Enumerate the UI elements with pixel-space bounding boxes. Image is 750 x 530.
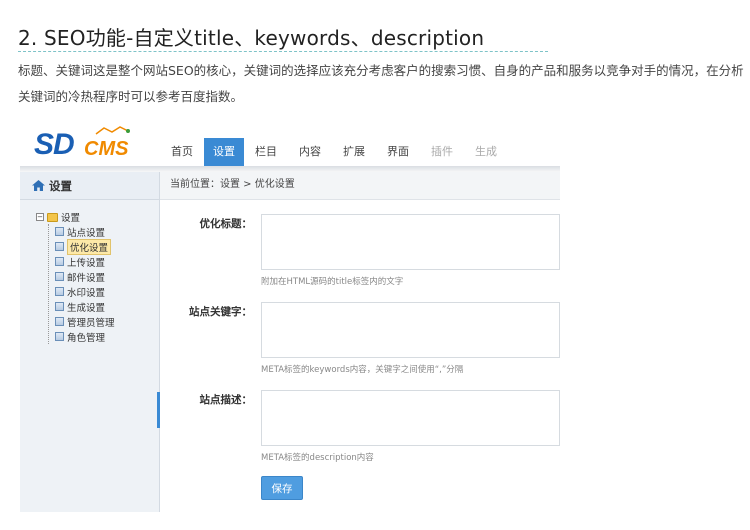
seo-settings-form: 优化标题： 附加在HTML源码的title标签内的文字 站点关键字： META标…: [160, 200, 560, 512]
logo-sd-text: SD: [34, 128, 75, 161]
description-label: 站点描述：: [199, 394, 253, 406]
page-icon: [55, 257, 64, 266]
tab-home[interactable]: 首页: [160, 138, 204, 166]
sidebar-item-label: 优化设置: [67, 238, 112, 255]
seo-title-label: 优化标题：: [199, 218, 253, 230]
title-divider: [18, 51, 548, 52]
sidebar-item-admin-management[interactable]: 管理员管理: [55, 314, 159, 329]
sidebar-item-label: 角色管理: [67, 332, 106, 344]
article-title: 2. SEO功能-自定义title、keywords、description: [18, 26, 485, 50]
folder-icon: [47, 212, 58, 222]
save-button[interactable]: 保存: [261, 476, 303, 500]
tab-columns[interactable]: 栏目: [244, 138, 288, 166]
cms-screenshot: SD CMS 首页 设置 栏目 内容 扩展 界面 插件 生成 设置 − 设置 站…: [20, 120, 560, 512]
keywords-input[interactable]: [261, 302, 560, 358]
page-icon: [55, 272, 64, 281]
sidebar-item-label: 站点设置: [67, 227, 106, 239]
logo-cms-text: CMS: [84, 138, 129, 160]
sidebar-item-role-management[interactable]: 角色管理: [55, 329, 159, 344]
keywords-label: 站点关键字：: [189, 306, 252, 318]
home-icon: [32, 180, 45, 191]
breadcrumb: 当前位置：设置 > 优化设置: [160, 172, 560, 200]
tab-generate[interactable]: 生成: [464, 138, 508, 166]
sidebar-item-label: 邮件设置: [67, 272, 106, 284]
sidebar-item-label: 上传设置: [67, 257, 106, 269]
page-icon: [55, 227, 64, 236]
collapse-icon[interactable]: −: [36, 213, 44, 221]
sidebar-header: 设置: [20, 172, 159, 200]
page-icon: [55, 332, 64, 341]
sidebar-item-site-settings[interactable]: 站点设置: [55, 224, 159, 239]
sidebar-item-label: 生成设置: [67, 302, 106, 314]
description-hint: META标签的description内容: [261, 453, 374, 463]
sidebar-item-generate-settings[interactable]: 生成设置: [55, 299, 159, 314]
seo-title-hint: 附加在HTML源码的title标签内的文字: [261, 277, 404, 287]
tab-interface[interactable]: 界面: [376, 138, 420, 166]
description-input[interactable]: [261, 390, 560, 446]
tree-root[interactable]: − 设置: [36, 210, 159, 224]
tab-settings[interactable]: 设置: [204, 138, 244, 166]
keywords-hint: META标签的keywords内容，关键字之间使用“,”分隔: [261, 365, 464, 375]
sdcms-logo[interactable]: SD CMS: [34, 124, 144, 164]
page-icon: [55, 242, 64, 251]
sidebar: 设置 − 设置 站点设置 优化设置 上传设置 邮件设置 水印设置 生成设置 管理…: [20, 172, 160, 512]
tab-content[interactable]: 内容: [288, 138, 332, 166]
sidebar-title: 设置: [49, 178, 72, 193]
seo-title-input[interactable]: [261, 214, 560, 270]
sidebar-item-seo-settings[interactable]: 优化设置: [55, 238, 159, 255]
page-icon: [55, 287, 64, 296]
tab-plugins[interactable]: 插件: [420, 138, 464, 166]
tree-children: 站点设置 优化设置 上传设置 邮件设置 水印设置 生成设置 管理员管理 角色管理: [48, 224, 159, 344]
logo-spark-icon: [95, 126, 130, 135]
page-icon: [55, 302, 64, 311]
tree-root-label: 设置: [61, 213, 81, 224]
article-description: 标题、关键词这是整个网站SEO的核心，关键词的选择应该充分考虑客户的搜索习惯、自…: [18, 63, 744, 104]
sidebar-item-watermark-settings[interactable]: 水印设置: [55, 284, 159, 299]
scroll-marker: [157, 392, 160, 428]
sidebar-item-upload-settings[interactable]: 上传设置: [55, 254, 159, 269]
sidebar-item-label: 水印设置: [67, 287, 106, 299]
settings-tree: − 设置 站点设置 优化设置 上传设置 邮件设置 水印设置 生成设置 管理员管理…: [20, 200, 159, 344]
page-icon: [55, 317, 64, 326]
sidebar-item-mail-settings[interactable]: 邮件设置: [55, 269, 159, 284]
tab-extensions[interactable]: 扩展: [332, 138, 376, 166]
top-navigation: 首页 设置 栏目 内容 扩展 界面 插件 生成: [160, 138, 508, 166]
sidebar-item-label: 管理员管理: [67, 317, 115, 329]
